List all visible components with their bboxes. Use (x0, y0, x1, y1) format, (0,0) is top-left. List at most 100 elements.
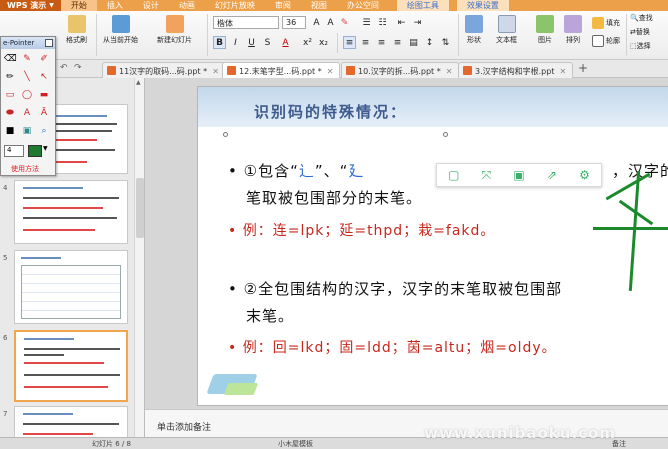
share-icon[interactable]: ⇗ (547, 168, 557, 182)
outline-icon[interactable] (592, 35, 604, 47)
pen-width-select[interactable]: 4 (4, 145, 24, 157)
font-color-button[interactable]: A (279, 36, 292, 49)
text-outline-icon[interactable]: Ā (38, 107, 50, 119)
bullet-line-1[interactable]: • ①包含“辶”、“廴 (228, 160, 364, 181)
zoom-icon[interactable]: ⌕ (38, 125, 50, 137)
picture-button[interactable]: 图片 (536, 15, 554, 45)
numbering-button[interactable]: ☷ (376, 16, 389, 29)
italic-button[interactable]: I (229, 36, 242, 49)
pen-icon[interactable]: ✎ (21, 53, 33, 65)
close-icon[interactable]: ✕ (446, 67, 453, 76)
menu-home[interactable]: 开始 (60, 0, 97, 11)
slide-thumbnail-5[interactable] (14, 250, 128, 324)
doc-tab-4[interactable]: 3.汉字结构和字根.ppt ✕ (458, 62, 574, 78)
crop-icon[interactable]: ⤧ (482, 168, 492, 183)
slide-thumbnail-6[interactable] (14, 330, 128, 402)
example-line-2[interactable]: • 例：回=lkd；固=ldd；茵=altu；烟=oldy。 (228, 337, 557, 357)
align-right-button[interactable]: ≡ (375, 36, 388, 49)
back-arrow-icon[interactable]: ↶ (60, 63, 68, 73)
thumbnail-scrollbar[interactable]: ▲ (134, 78, 144, 437)
play-from-current-button[interactable]: 从当前开始 (103, 15, 138, 45)
find-button[interactable]: 🔍查找 (630, 13, 653, 23)
bullet-line-2[interactable]: • ②全包围结构的汉字，汉字的末笔取被包围部 (228, 278, 562, 299)
menu-design[interactable]: 设计 (133, 0, 169, 11)
eraser-icon[interactable]: ⌫ (4, 53, 17, 65)
forward-arrow-icon[interactable]: ↷ (74, 63, 82, 73)
pen-color-swatch[interactable] (28, 145, 42, 157)
arrange-button[interactable]: 排列 (564, 15, 582, 45)
example-line-1[interactable]: • 例：连=lpk；延=thpd；栽=fakd。 (228, 220, 495, 240)
doc-tab-3[interactable]: 10.汉字的拆...码.ppt * ✕ (341, 62, 460, 78)
close-icon[interactable] (45, 39, 53, 47)
bullet-line-1-cont[interactable]: 笔取被包围部分的末笔。 (246, 187, 422, 208)
slide-editing-area[interactable]: 识别码的特殊情况： • ①包含“辶”、“廴 ，汉字的 笔取被包围部分的末笔。 •… (145, 78, 668, 409)
clear-format-icon[interactable]: ✎ (338, 16, 351, 29)
new-tab-button[interactable]: + (578, 61, 588, 75)
slide-title[interactable]: 识别码的特殊情况： (254, 101, 407, 122)
gear-icon[interactable]: ⚙ (579, 168, 590, 182)
scrollbar-thumb[interactable] (136, 178, 144, 238)
doc-tab-2[interactable]: 12.末笔字型...码.ppt * ✕ (222, 62, 341, 79)
select-button[interactable]: ⬚选择 (630, 41, 651, 51)
text-direction-button[interactable]: ⇅ (439, 36, 452, 49)
new-slide-button[interactable]: 新建幻灯片 (157, 15, 192, 45)
grow-font-icon[interactable]: A (310, 16, 323, 29)
save-icon[interactable]: ▣ (513, 168, 524, 182)
menu-view[interactable]: 视图 (301, 0, 337, 11)
line-icon[interactable]: ╲ (21, 71, 33, 83)
indent-decrease-button[interactable]: ⇤ (395, 16, 408, 29)
close-icon[interactable]: ✕ (327, 67, 334, 76)
rectangle-icon[interactable]: ▭ (4, 89, 16, 101)
format-painter-button[interactable]: 格式刷 (66, 15, 87, 45)
line-spacing-button[interactable]: ↕ (423, 36, 436, 49)
shrink-font-icon[interactable]: A (324, 16, 337, 29)
black-board-icon[interactable]: ■ (4, 125, 16, 137)
slide-canvas[interactable]: 识别码的特殊情况： • ①包含“辶”、“廴 ，汉字的 笔取被包围部分的末笔。 •… (197, 86, 668, 406)
copy-icon[interactable]: ▢ (448, 168, 459, 182)
marker-icon[interactable]: ✐ (38, 53, 50, 65)
text-icon[interactable]: A (21, 107, 33, 119)
menu-drawing-tools[interactable]: 绘图工具 (396, 0, 449, 11)
close-icon[interactable]: ✕ (559, 67, 566, 76)
replace-button[interactable]: ⇄替换 (630, 27, 650, 37)
highlighter-icon[interactable]: ✏ (4, 71, 16, 83)
menu-slideshow[interactable]: 幻灯片放映 (205, 0, 265, 11)
menu-office-space[interactable]: 办公空间 (337, 0, 389, 11)
font-size-select[interactable]: 36 (282, 16, 306, 29)
arrow-icon[interactable]: ↖ (38, 71, 50, 83)
bold-button[interactable]: B (213, 36, 226, 49)
superscript-button[interactable]: x² (301, 36, 314, 49)
filled-ellipse-icon[interactable]: ⬬ (4, 107, 16, 119)
shape-button[interactable]: 形状 (465, 15, 483, 45)
doc-tab-1[interactable]: 11汉字的取码...码.ppt * ✕ (102, 62, 226, 78)
bullet-line-2-cont[interactable]: 末笔。 (246, 305, 294, 326)
ink-usage-link[interactable]: 使用方法 (11, 164, 39, 174)
filled-rect-icon[interactable]: ▬ (38, 89, 50, 101)
chevron-down-icon[interactable]: ▼ (43, 145, 48, 152)
menu-review[interactable]: 审阅 (265, 0, 301, 11)
font-name-select[interactable]: 楷体 (213, 16, 279, 29)
menu-effect-settings[interactable]: 效果设置 (456, 0, 509, 11)
scroll-up-icon[interactable]: ▲ (136, 79, 141, 86)
shadow-button[interactable]: S (261, 36, 274, 49)
align-center-button[interactable]: ≡ (359, 36, 372, 49)
indent-increase-button[interactable]: ⇥ (411, 16, 424, 29)
distribute-button[interactable]: ▤ (407, 36, 420, 49)
menu-animation[interactable]: 动画 (169, 0, 205, 11)
subscript-button[interactable]: x₂ (317, 36, 330, 49)
screen-icon[interactable]: ▣ (21, 125, 33, 137)
close-icon[interactable]: ✕ (212, 67, 219, 76)
ellipse-icon[interactable]: ◯ (21, 89, 33, 101)
textbox-button[interactable]: 文本框 (496, 15, 517, 45)
app-menu-button[interactable]: WPS 演示 ▼ (0, 0, 61, 11)
bullets-button[interactable]: ☰ (360, 16, 373, 29)
selection-handle[interactable] (443, 132, 448, 137)
justify-button[interactable]: ≡ (391, 36, 404, 49)
fill-icon[interactable] (592, 17, 604, 29)
align-left-button[interactable]: ≡ (343, 36, 356, 49)
slide-thumbnail-4[interactable] (14, 180, 128, 244)
underline-button[interactable]: U (245, 36, 258, 49)
menu-insert[interactable]: 插入 (97, 0, 133, 11)
ink-pointer-titlebar[interactable]: e-Pointer (1, 37, 55, 49)
selection-handle[interactable] (223, 132, 228, 137)
